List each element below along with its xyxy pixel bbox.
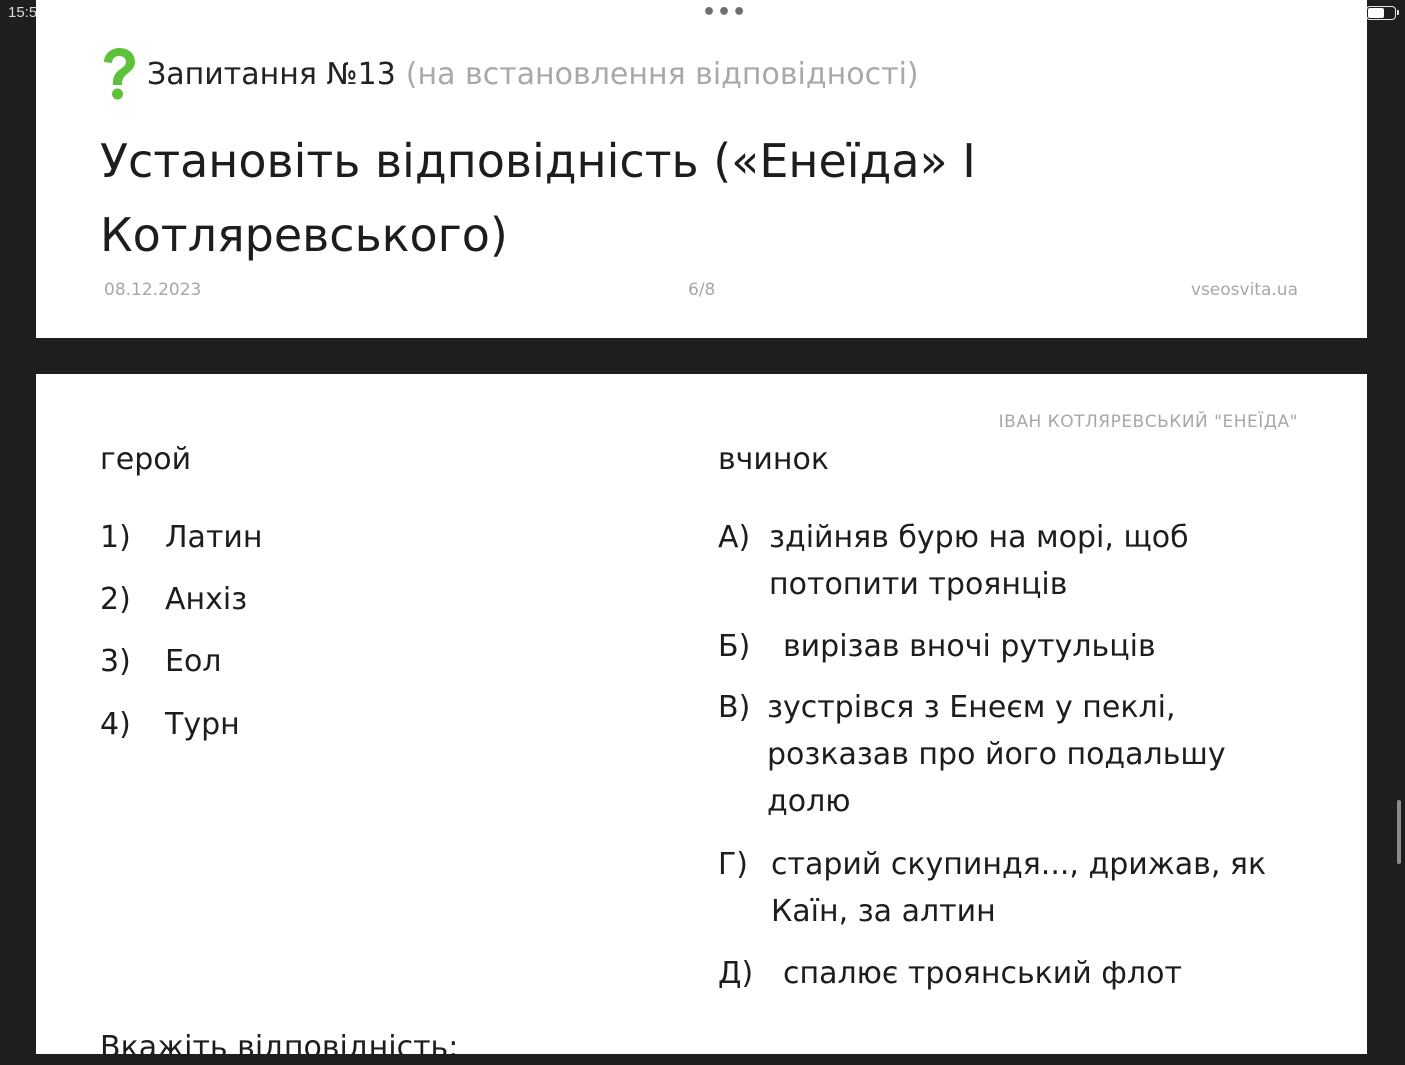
topic-label: ІВАН КОТЛЯРЕВСЬКИЙ "ЕНЕЇДА" [998,412,1298,432]
action-item: Б) вирізав вночі рутульців [718,623,1338,670]
action-letter: Г) [718,847,748,882]
question-title: Установіть відповідність («Енеїда» І Кот… [100,134,976,262]
hero-number: 3) [100,644,131,679]
hero-name: Латин [165,520,263,555]
site-name: vseosvita.ua [1190,280,1298,300]
action-item: В) зустрівся з Енеєм у пеклі, розказав п… [718,684,1258,825]
action-text: здійняв бурю на морі, щоб потопити троян… [769,520,1189,602]
action-letter: В) [718,690,751,725]
slide-page-counter: 6/8 [688,280,716,300]
action-text: вирізав вночі рутульців [783,629,1156,664]
action-item: А) здійняв бурю на морі, щоб потопити тр… [718,514,1278,608]
actions-column-header: вчинок [718,442,829,477]
action-text: спалює троянський флот [783,956,1182,991]
question-type: (на встановлення відповідності) [405,56,919,92]
heroes-column-header: герой [100,442,192,477]
action-text: старий скупиндя..., дрижав, як Каїн, за … [771,847,1267,929]
scrollbar[interactable] [1397,800,1401,864]
hero-name: Турн [165,707,240,742]
battery-level [1368,8,1384,18]
action-letter: Д) [718,956,754,991]
question-slide-header: ••• Запитання №13 (на встановлення відпо… [36,0,1367,338]
answer-prompt: Вкажіть відповідність: [100,1030,459,1065]
slide-date: 08.12.2023 [104,280,202,300]
question-header: Запитання №13 (на встановлення відповідн… [98,48,919,100]
question-slide-content: ІВАН КОТЛЯРЕВСЬКИЙ "ЕНЕЇДА" герой вчинок… [36,374,1367,1065]
battery-icon [1366,6,1399,20]
action-text: зустрівся з Енеєм у пеклі, розказав про … [767,690,1226,819]
hero-name: Анхіз [165,582,248,617]
battery-tip [1397,10,1399,15]
hero-number: 1) [100,520,131,555]
status-time: 15:5 [8,4,38,21]
action-letter: Б) [718,629,751,664]
question-mark-icon [104,48,135,100]
hero-number: 2) [100,582,131,617]
action-letter: А) [718,520,751,555]
action-item: Д) спалює троянський флот [718,950,1338,997]
question-number: Запитання №13 [147,56,396,92]
hero-name: Еол [165,644,222,679]
more-dots-icon[interactable]: ••• [702,2,747,24]
hero-number: 4) [100,707,131,742]
action-item: Г) старий скупиндя..., дрижав, як Каїн, … [718,841,1288,935]
